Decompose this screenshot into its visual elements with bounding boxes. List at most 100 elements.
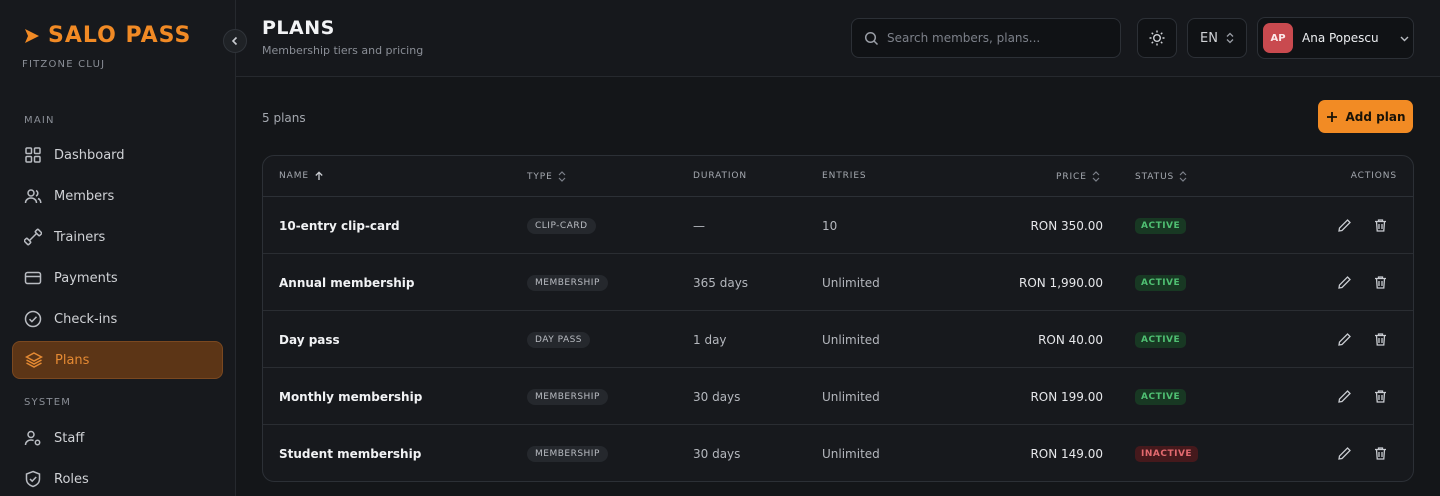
trash-icon bbox=[1374, 219, 1386, 232]
user-menu-button[interactable]: AP Ana Popescu bbox=[1257, 17, 1414, 59]
type-badge: MEMBERSHIP bbox=[527, 445, 608, 462]
sidebar-item-dashboard[interactable]: Dashboard bbox=[12, 136, 223, 174]
delete-button[interactable] bbox=[1371, 388, 1389, 406]
plan-duration: 365 days bbox=[693, 275, 749, 290]
delete-button[interactable] bbox=[1371, 217, 1389, 235]
pencil-icon bbox=[1337, 390, 1351, 403]
edit-button[interactable] bbox=[1335, 388, 1353, 406]
type-badge: DAY PASS bbox=[527, 331, 591, 348]
collapse-sidebar-button[interactable] bbox=[223, 29, 247, 53]
sun-icon bbox=[1149, 30, 1165, 46]
sidebar-item-label: Payments bbox=[54, 270, 118, 286]
sort-icon bbox=[1092, 171, 1100, 182]
user-cog-icon bbox=[24, 430, 41, 446]
delete-button[interactable] bbox=[1371, 445, 1389, 463]
sort-icon bbox=[1179, 171, 1187, 182]
table-row: Day pass DAY PASS 1 day Unlimited RON 40… bbox=[263, 311, 1413, 368]
plan-status-cell: ACTIVE bbox=[1135, 368, 1187, 425]
brand-logo[interactable]: SALO PASS bbox=[22, 24, 191, 48]
row-actions bbox=[1335, 254, 1389, 311]
status-badge: ACTIVE bbox=[1135, 388, 1187, 405]
plan-name: Student membership bbox=[279, 446, 422, 461]
sidebar-item-label: Staff bbox=[54, 430, 85, 446]
avatar: AP bbox=[1263, 23, 1293, 53]
plan-duration: 30 days bbox=[693, 446, 741, 461]
language-value: EN bbox=[1200, 30, 1218, 46]
section-label-main: MAIN bbox=[24, 115, 55, 126]
delete-button[interactable] bbox=[1371, 274, 1389, 292]
column-header-type[interactable]: TYPE bbox=[527, 171, 566, 182]
plan-price: RON 350.00 bbox=[1030, 218, 1103, 233]
sort-icon bbox=[558, 171, 566, 182]
plan-price: RON 40.00 bbox=[1038, 332, 1103, 347]
page-subtitle: Membership tiers and pricing bbox=[262, 44, 424, 57]
plus-icon bbox=[1326, 111, 1337, 122]
edit-button[interactable] bbox=[1335, 274, 1353, 292]
add-plan-label: Add plan bbox=[1345, 109, 1406, 124]
chevron-left-icon bbox=[231, 36, 238, 46]
pencil-icon bbox=[1337, 219, 1351, 232]
chevron-up-down-icon bbox=[1226, 32, 1234, 44]
search-input[interactable] bbox=[887, 31, 1107, 45]
sidebar-item-check-ins[interactable]: Check-ins bbox=[12, 300, 223, 338]
delete-button[interactable] bbox=[1371, 331, 1389, 349]
users-icon bbox=[24, 189, 42, 204]
user-name: Ana Popescu bbox=[1302, 31, 1379, 45]
plan-price: RON 1,990.00 bbox=[1018, 275, 1103, 290]
add-plan-button[interactable]: Add plan bbox=[1318, 100, 1413, 133]
plan-duration: — bbox=[693, 218, 705, 233]
page-title: PLANS bbox=[262, 17, 335, 39]
pencil-icon bbox=[1337, 447, 1351, 460]
column-header-name[interactable]: NAME bbox=[279, 171, 324, 181]
section-label-system: SYSTEM bbox=[24, 397, 72, 408]
dumbbell-icon bbox=[24, 228, 42, 246]
plan-name: Day pass bbox=[279, 332, 340, 347]
status-badge: INACTIVE bbox=[1135, 445, 1199, 462]
plan-type-cell: MEMBERSHIP bbox=[527, 425, 608, 481]
plan-type-cell: MEMBERSHIP bbox=[527, 368, 608, 425]
plan-type-cell: MEMBERSHIP bbox=[527, 254, 608, 311]
sidebar-item-label: Roles bbox=[54, 471, 89, 487]
sidebar-item-payments[interactable]: Payments bbox=[12, 259, 223, 297]
trash-icon bbox=[1374, 390, 1386, 403]
pencil-icon bbox=[1337, 276, 1351, 289]
column-header-price[interactable]: PRICE bbox=[1056, 171, 1100, 182]
type-badge: CLIP-CARD bbox=[527, 217, 596, 234]
sidebar-item-staff[interactable]: Staff bbox=[12, 419, 223, 457]
edit-button[interactable] bbox=[1335, 445, 1353, 463]
plan-status-cell: ACTIVE bbox=[1135, 197, 1187, 254]
row-actions bbox=[1335, 197, 1389, 254]
sidebar-item-plans[interactable]: Plans bbox=[12, 341, 223, 379]
language-select[interactable]: EN bbox=[1187, 18, 1247, 58]
sidebar-item-label: Trainers bbox=[54, 229, 106, 245]
credit-card-icon bbox=[24, 271, 42, 285]
sidebar-item-label: Dashboard bbox=[54, 147, 125, 163]
column-label: ENTRIES bbox=[822, 171, 867, 181]
check-circle-icon bbox=[24, 310, 42, 328]
plan-type-cell: DAY PASS bbox=[527, 311, 591, 368]
sidebar-item-members[interactable]: Members bbox=[12, 177, 223, 215]
search-box[interactable] bbox=[851, 18, 1121, 58]
status-badge: ACTIVE bbox=[1135, 274, 1187, 291]
theme-toggle-button[interactable] bbox=[1137, 18, 1177, 58]
search-icon bbox=[864, 31, 879, 45]
column-label: NAME bbox=[279, 171, 309, 181]
plan-entries: Unlimited bbox=[822, 332, 880, 347]
plan-entries: 10 bbox=[822, 218, 838, 233]
grid-icon bbox=[25, 147, 41, 163]
sidebar-item-trainers[interactable]: Trainers bbox=[12, 218, 223, 256]
column-label: TYPE bbox=[527, 171, 553, 182]
column-header-status[interactable]: STATUS bbox=[1135, 171, 1187, 182]
sidebar: SALO PASS FITZONE CLUJ MAIN Dashboard Me… bbox=[0, 0, 236, 496]
column-header-duration: DURATION bbox=[693, 171, 747, 181]
type-badge: MEMBERSHIP bbox=[527, 388, 608, 405]
trash-icon bbox=[1374, 333, 1386, 346]
plan-duration: 1 day bbox=[693, 332, 727, 347]
edit-button[interactable] bbox=[1335, 217, 1353, 235]
trash-icon bbox=[1374, 447, 1386, 460]
table-header: NAME TYPE DURATION ENTRIES PRICE STATUS … bbox=[263, 156, 1413, 197]
plan-status-cell: INACTIVE bbox=[1135, 425, 1199, 481]
sidebar-item-roles[interactable]: Roles bbox=[12, 460, 223, 496]
edit-button[interactable] bbox=[1335, 331, 1353, 349]
sort-ascending-icon bbox=[315, 171, 323, 180]
